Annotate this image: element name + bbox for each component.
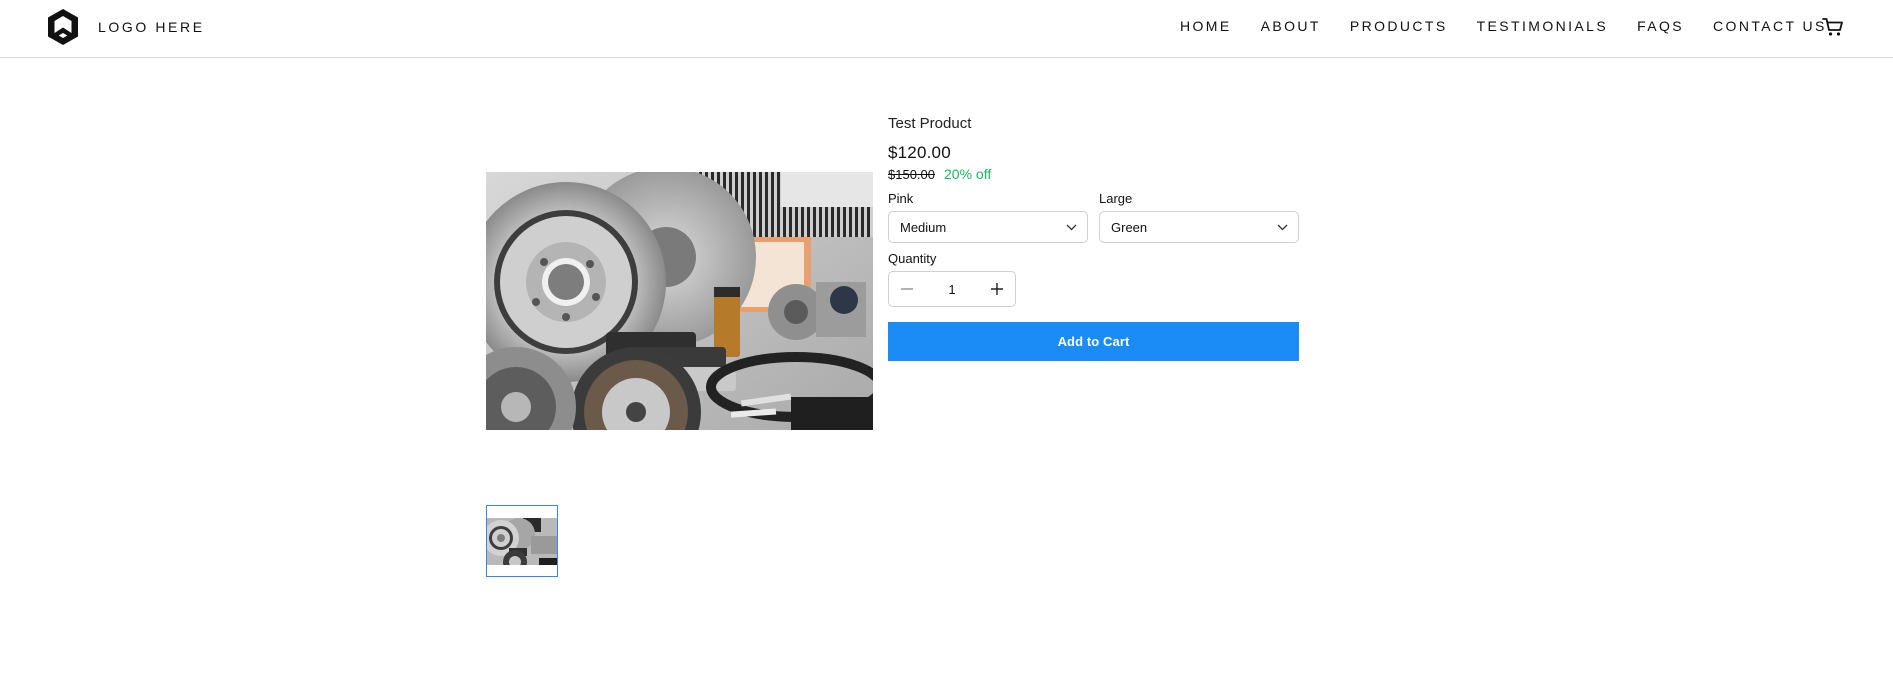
logo-icon <box>48 9 78 45</box>
variant-options: Pink Medium Large Green <box>888 191 1299 243</box>
nav-products[interactable]: PRODUCTS <box>1350 18 1448 34</box>
nav-contact-us[interactable]: CONTACT US <box>1713 18 1827 34</box>
option-1-value: Medium <box>900 219 947 235</box>
option-1-select[interactable]: Medium <box>888 211 1088 243</box>
site-header: LOGO HERE HOME ABOUT PRODUCTS TESTIMONIA… <box>0 0 1893 58</box>
nav-testimonials[interactable]: TESTIMONIALS <box>1477 18 1608 34</box>
nav-faqs[interactable]: FAQS <box>1637 18 1684 34</box>
auto-parts-photo <box>486 172 873 430</box>
option-2: Large Green <box>1099 191 1299 243</box>
plus-icon <box>990 283 1003 295</box>
option-1: Pink Medium <box>888 191 1088 243</box>
quantity-value[interactable]: 1 <box>948 282 955 297</box>
chevron-down-icon <box>1066 224 1077 230</box>
quantity-label: Quantity <box>888 251 937 266</box>
chevron-down-icon <box>1277 224 1288 230</box>
main-nav: HOME ABOUT PRODUCTS TESTIMONIALS FAQS CO… <box>1180 18 1856 34</box>
auto-parts-thumbnail <box>487 518 557 565</box>
logo-link[interactable]: LOGO HERE <box>46 8 205 46</box>
minus-icon <box>901 288 913 290</box>
quantity-increment-button[interactable] <box>989 281 1005 297</box>
option-2-value: Green <box>1111 219 1148 235</box>
option-2-label: Large <box>1099 191 1133 206</box>
option-1-label: Pink <box>888 191 914 206</box>
quantity-decrement-button[interactable] <box>899 281 915 297</box>
nav-home[interactable]: HOME <box>1180 18 1232 34</box>
product-info: Test Product $120.00 $150.00 20% off Pin… <box>888 115 1299 361</box>
nav-about[interactable]: ABOUT <box>1261 18 1321 34</box>
old-price: $150.00 <box>888 167 935 182</box>
quantity-stepper: 1 <box>888 271 1016 307</box>
discount-badge: 20% off <box>944 166 992 182</box>
product-price: $120.00 <box>888 143 951 162</box>
product-thumbnail[interactable] <box>486 505 558 577</box>
product-title: Test Product <box>888 115 972 132</box>
cart-icon[interactable] <box>1822 17 1844 37</box>
product-main-image[interactable] <box>486 172 873 430</box>
add-to-cart-button[interactable]: Add to Cart <box>888 322 1299 361</box>
price-row: $150.00 20% off <box>888 166 1299 182</box>
option-2-select[interactable]: Green <box>1099 211 1299 243</box>
logo-text: LOGO HERE <box>98 19 205 35</box>
